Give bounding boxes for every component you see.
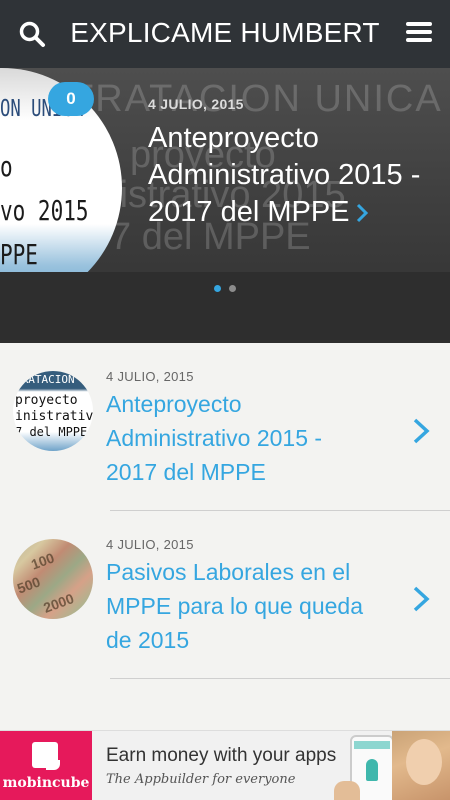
featured-image-text: o bbox=[0, 150, 13, 183]
slider-dot[interactable] bbox=[229, 285, 236, 292]
list-item[interactable]: 100 500 2000 4 JULIO, 2015 Pasivos Labor… bbox=[0, 511, 450, 679]
mobincube-logo-icon bbox=[32, 742, 60, 770]
thumbnail-text: 100 bbox=[28, 549, 57, 573]
article-thumbnail: 100 500 2000 bbox=[13, 539, 93, 619]
chevron-right-icon bbox=[356, 204, 368, 223]
article-thumbnail: TRATACION U proyecto inistrativo 20 7 de… bbox=[13, 371, 93, 451]
featured-image-text: PPE bbox=[0, 238, 38, 271]
comment-count-badge: 0 bbox=[48, 82, 94, 116]
thumbnail-text: TRATACION U bbox=[15, 373, 88, 386]
hand-illustration bbox=[334, 781, 360, 800]
thumbnail-text: proyecto bbox=[15, 393, 78, 408]
thumbnail-text: 7 del MPPE bbox=[15, 425, 88, 439]
article-title[interactable]: Pasivos Laborales en el MPPE para lo que… bbox=[106, 555, 376, 657]
slider-pagination bbox=[0, 272, 450, 308]
list-item[interactable]: TRATACION U proyecto inistrativo 20 7 de… bbox=[0, 343, 450, 511]
article-title[interactable]: Anteproyecto Administrativo 2015 - 2017 … bbox=[106, 387, 376, 489]
featured-slider[interactable]: TRATACION UNICA proyecto inistrativo 201… bbox=[0, 68, 450, 308]
mobincube-logo: mobincube bbox=[0, 731, 92, 800]
ad-banner[interactable]: mobincube Earn money with your apps The … bbox=[0, 730, 450, 800]
chevron-right-icon[interactable] bbox=[412, 417, 430, 445]
ad-brand: mobincube bbox=[2, 775, 90, 791]
hamburger-menu-icon[interactable] bbox=[406, 22, 432, 46]
search-icon[interactable] bbox=[18, 20, 46, 48]
article-date: 4 JULIO, 2015 bbox=[106, 537, 194, 552]
featured-headline[interactable]: Anteproyecto Administrativo 2015 - 2017 … bbox=[148, 120, 440, 231]
article-list: TRATACION U proyecto inistrativo 20 7 de… bbox=[0, 343, 450, 679]
ad-tagline: The Appbuilder for everyone bbox=[106, 772, 296, 787]
article-date: 4 JULIO, 2015 bbox=[106, 369, 194, 384]
thumbnail-text: 500 bbox=[14, 573, 43, 597]
app-title: EXPLICAME HUMBERT bbox=[70, 17, 380, 48]
slider-dot-active[interactable] bbox=[214, 285, 221, 292]
app-header: EXPLICAME HUMBERT bbox=[0, 0, 450, 68]
person-photo bbox=[392, 731, 450, 800]
featured-date: 4 JULIO, 2015 bbox=[148, 96, 244, 112]
ad-headline: Earn money with your apps bbox=[106, 745, 337, 766]
featured-headline-text: Anteproyecto Administrativo 2015 - 2017 … bbox=[148, 122, 421, 228]
divider bbox=[110, 678, 450, 679]
hero-background-text: TRATACION UNICA bbox=[70, 78, 443, 120]
chevron-right-icon[interactable] bbox=[412, 585, 430, 613]
thumbnail-text: inistrativo 20 bbox=[15, 409, 93, 424]
featured-image-text: vo 2015 bbox=[0, 194, 89, 227]
hero-bottom-bar bbox=[0, 308, 450, 343]
thumbnail-text: 2000 bbox=[41, 590, 76, 616]
